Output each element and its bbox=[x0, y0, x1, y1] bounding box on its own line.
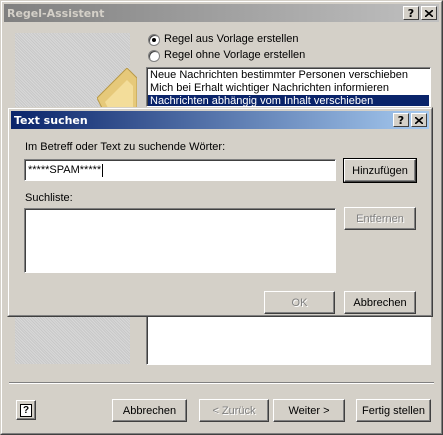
wizard-finish-button[interactable]: Fertig stellen bbox=[356, 399, 431, 422]
help-icon: ? bbox=[20, 403, 32, 417]
wizard-next-button[interactable]: Weiter > bbox=[273, 399, 345, 422]
search-words-input[interactable]: *****SPAM***** bbox=[24, 159, 336, 181]
wizard-title: Regel-Assistent bbox=[7, 6, 105, 20]
search-list[interactable] bbox=[24, 208, 336, 273]
wizard-back-button[interactable]: < Zurück bbox=[199, 399, 269, 422]
dialog-cancel-button[interactable]: Abbrechen bbox=[344, 291, 416, 314]
search-words-label: Im Betreff oder Text zu suchende Wörter: bbox=[25, 141, 226, 153]
search-list-label: Suchliste: bbox=[25, 192, 73, 204]
radio-empty-label[interactable]: Regel ohne Vorlage erstellen bbox=[164, 49, 305, 61]
bottom-separator bbox=[9, 382, 434, 384]
dialog-title: Text suchen bbox=[14, 113, 88, 127]
template-list[interactable]: Neue Nachrichten bestimmter Personen ver… bbox=[146, 67, 431, 107]
text-cursor bbox=[102, 163, 104, 177]
wizard-titlebar[interactable]: Regel-Assistent ? bbox=[4, 4, 439, 22]
close-icon bbox=[425, 9, 433, 17]
wizard-help-button[interactable]: ? bbox=[403, 6, 419, 20]
search-words-value: *****SPAM***** bbox=[28, 164, 102, 176]
template-item[interactable]: Mich bei Erhalt wichtiger Nachrichten in… bbox=[148, 82, 429, 95]
wizard-help-icon-button[interactable]: ? bbox=[16, 400, 36, 420]
radio-template[interactable] bbox=[148, 34, 160, 46]
close-icon bbox=[415, 116, 423, 124]
dialog-titlebar[interactable]: Text suchen ? bbox=[11, 111, 429, 129]
find-text-dialog: Text suchen ? Im Betreff oder Text zu su… bbox=[7, 107, 433, 317]
wizard-close-button[interactable] bbox=[421, 6, 437, 20]
template-item-selected[interactable]: Nachrichten abhängig vom Inhalt verschie… bbox=[148, 95, 429, 106]
template-item[interactable]: Neue Nachrichten bestimmter Personen ver… bbox=[148, 69, 429, 82]
dialog-help-button[interactable]: ? bbox=[393, 113, 409, 127]
dialog-close-button[interactable] bbox=[411, 113, 427, 127]
radio-empty[interactable] bbox=[148, 50, 160, 62]
ok-button[interactable]: OK bbox=[264, 291, 335, 314]
remove-button[interactable]: Entfernen bbox=[344, 207, 416, 230]
radio-template-label[interactable]: Regel aus Vorlage erstellen bbox=[164, 33, 299, 45]
wizard-cancel-button[interactable]: Abbrechen bbox=[112, 399, 187, 422]
add-button[interactable]: Hinzufügen bbox=[343, 158, 417, 183]
